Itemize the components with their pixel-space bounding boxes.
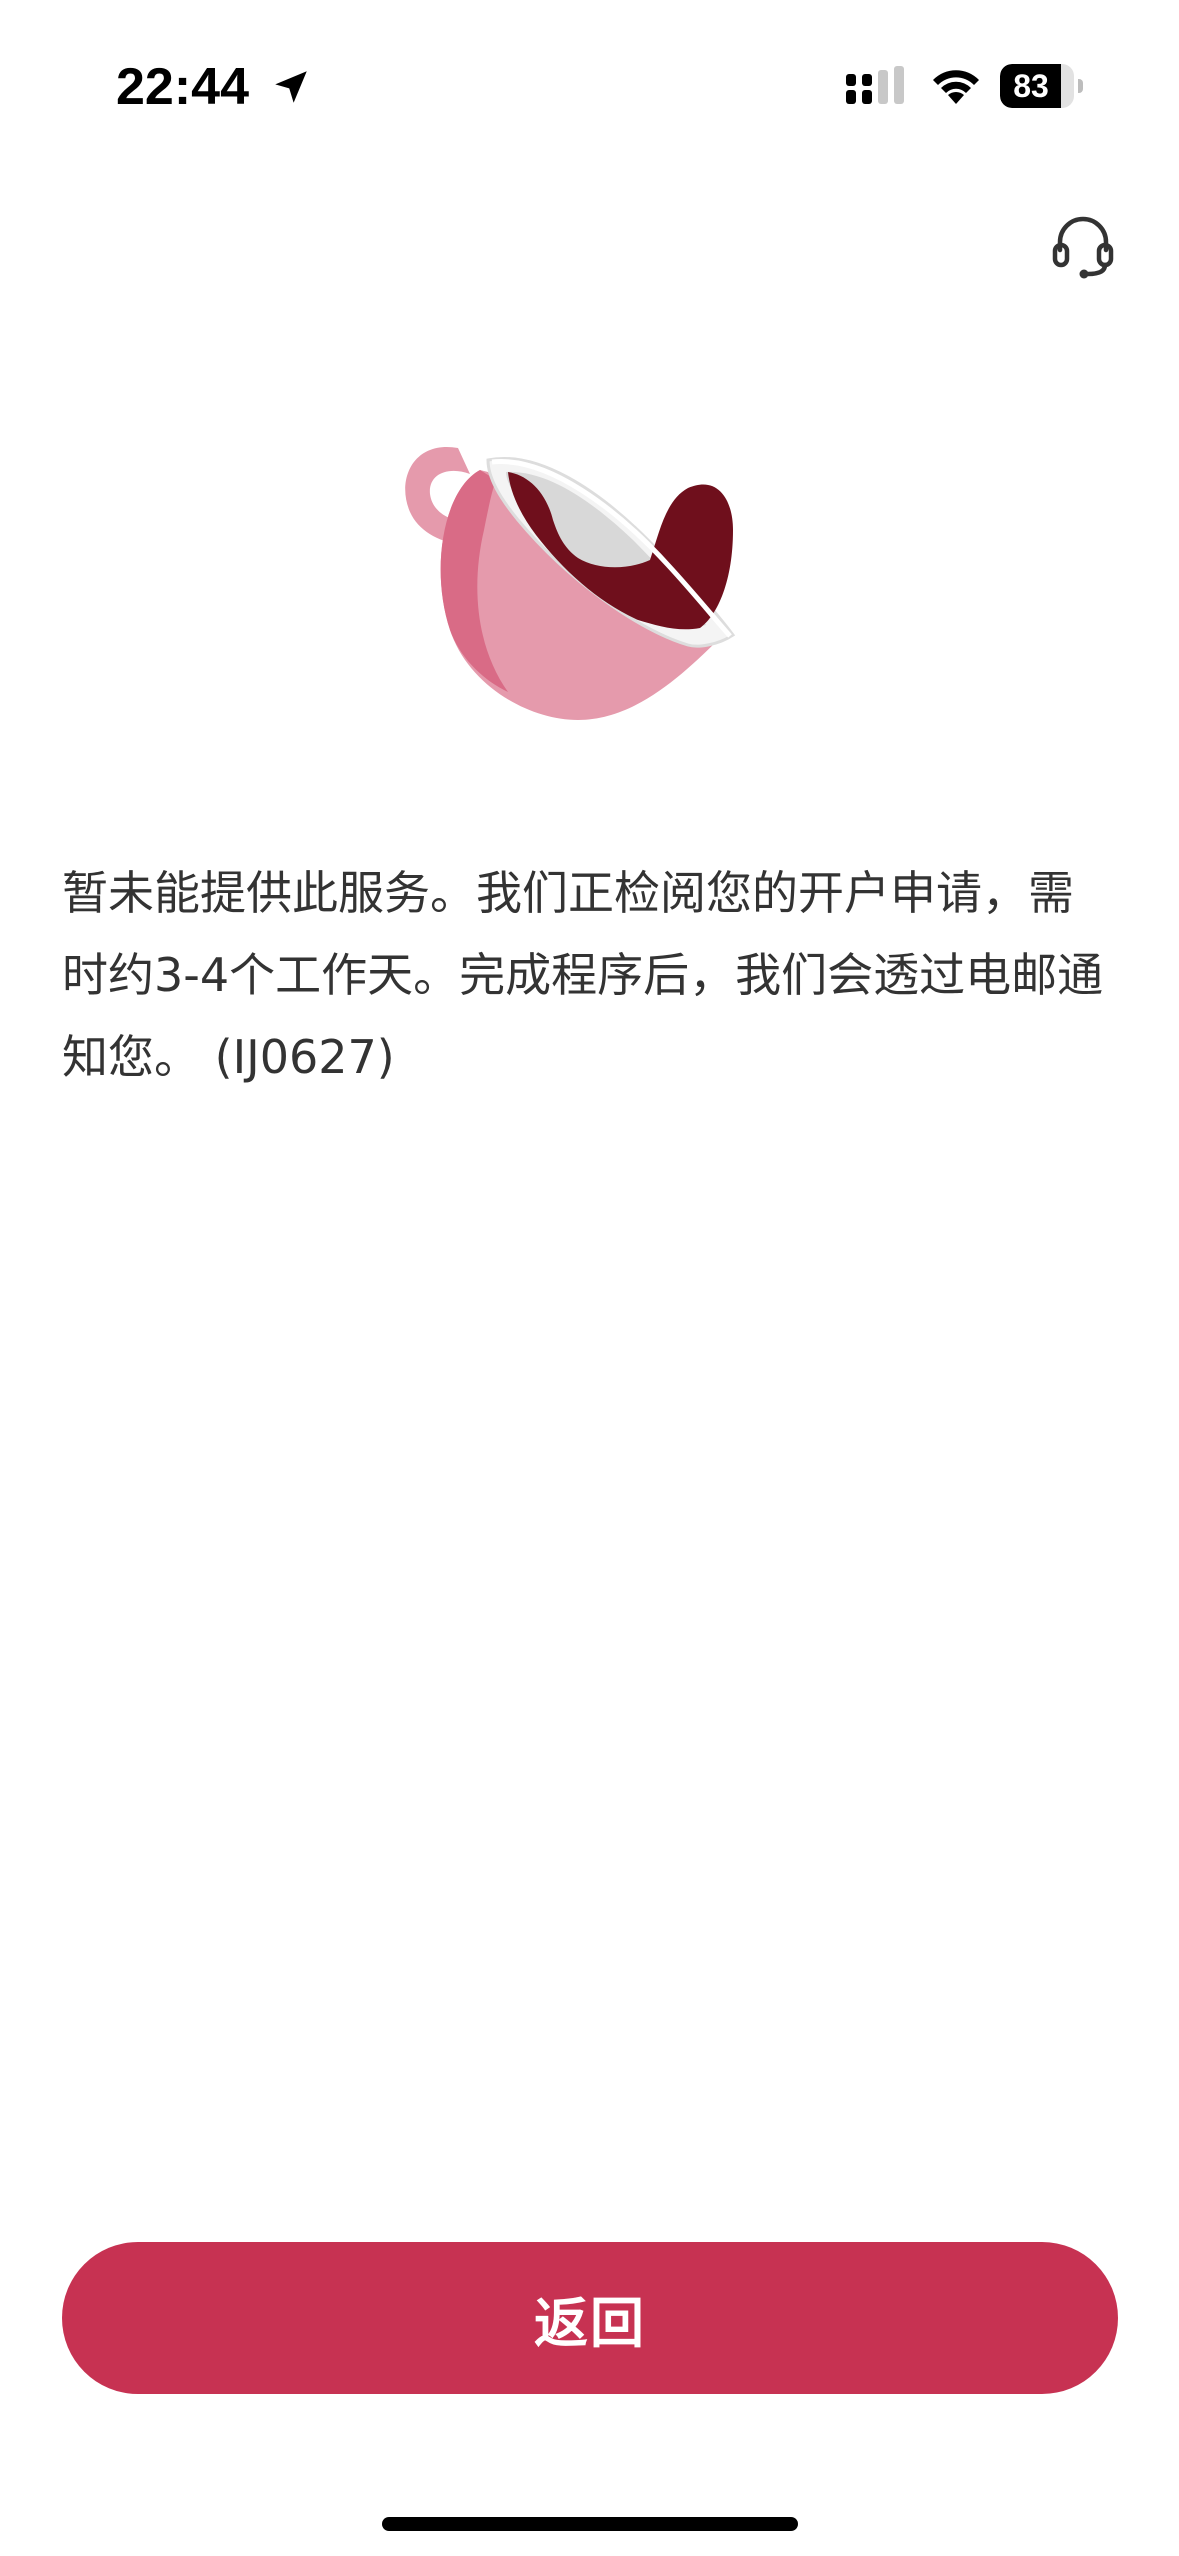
back-button[interactable]: 返回	[62, 2242, 1118, 2394]
wifi-icon	[933, 70, 979, 104]
battery-icon: 83	[1000, 64, 1084, 108]
home-indicator[interactable]	[382, 2517, 798, 2531]
battery-percent: 83	[1013, 68, 1049, 104]
location-arrow-icon	[275, 71, 307, 103]
status-bar: 22:44 83	[0, 0, 1179, 175]
cellular-signal-icon	[846, 66, 904, 104]
status-message: 暂未能提供此服务。我们正检阅您的开户申请，需时约3-4个工作天。完成程序后，我们…	[62, 866, 1104, 1084]
headset-icon	[1052, 216, 1114, 279]
coffee-cup-illustration	[405, 446, 736, 720]
status-time: 22:44	[116, 58, 249, 116]
customer-service-button[interactable]	[1048, 212, 1118, 282]
